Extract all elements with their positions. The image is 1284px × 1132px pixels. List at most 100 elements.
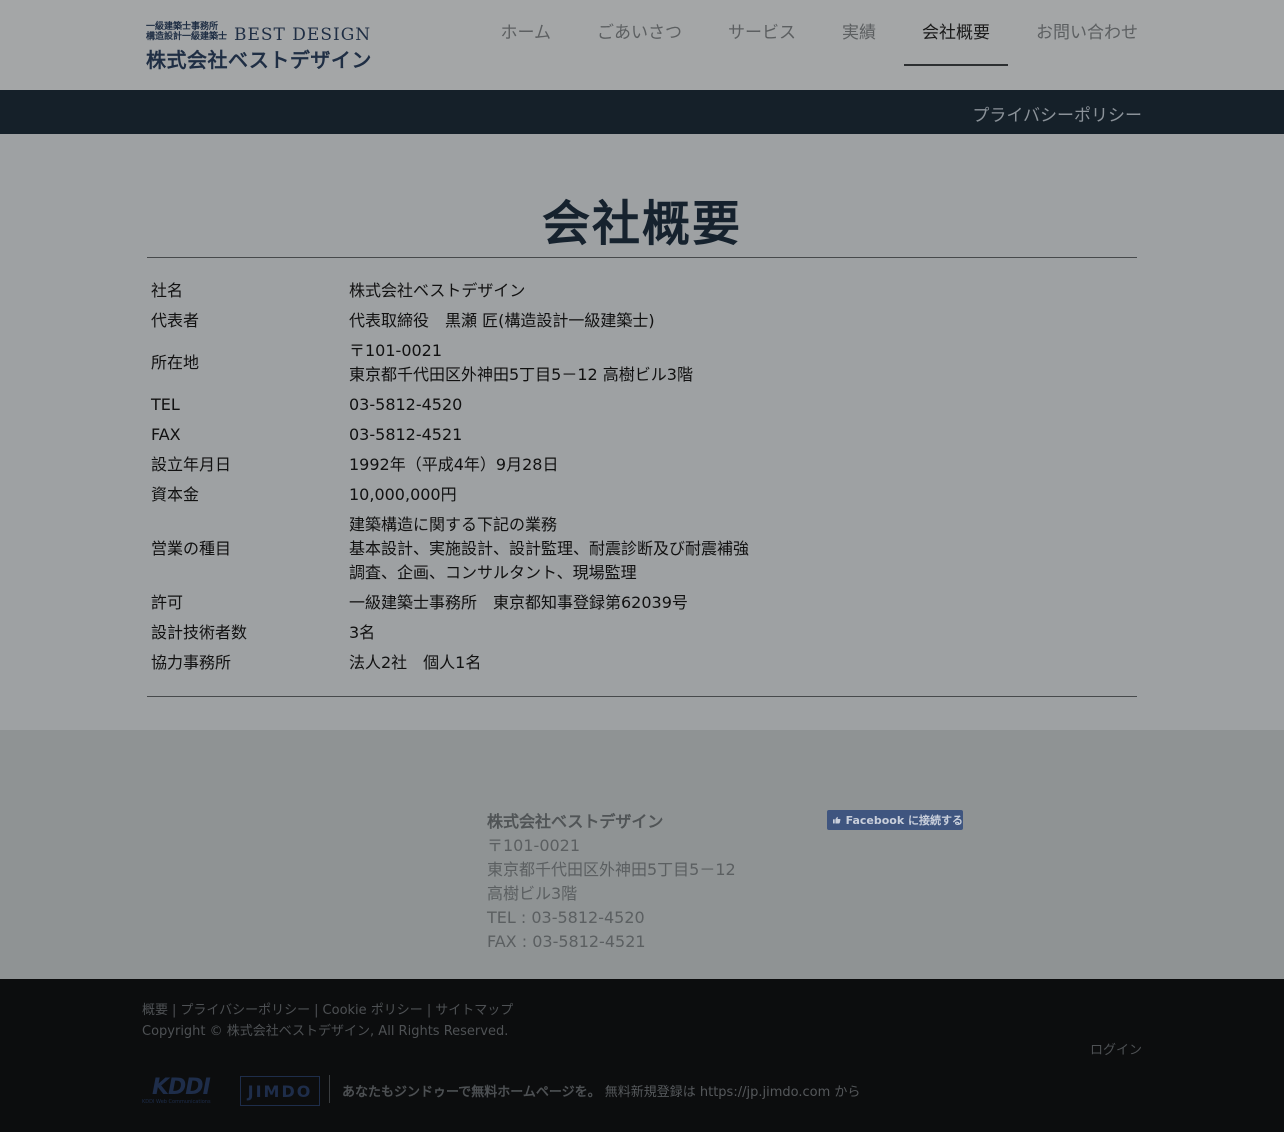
info-row: 代表者 代表取締役 黒瀬 匠(構造設計一級建築士) bbox=[147, 306, 1137, 336]
logo-english: BEST DESIGN bbox=[234, 25, 372, 45]
login-link[interactable]: ログイン bbox=[1090, 1039, 1142, 1058]
divider-top bbox=[147, 257, 1137, 258]
main-content: 会社概要 社名 株式会社ベストデザイン代表者 代表取締役 黒瀬 匠(構造設計一級建築… bbox=[0, 134, 1284, 730]
jimdo-promo: あなたもジンドゥーで無料ホームページを。 無料新規登録は https://jp.… bbox=[342, 1081, 860, 1100]
footer-postal: 〒101-0021 bbox=[487, 836, 581, 855]
info-value-line: 調査、企画、コンサルタント、現場監理 bbox=[349, 563, 637, 582]
footer-info: 株式会社ベストデザイン 〒101-0021 東京都千代田区外神田5丁目5－12 … bbox=[0, 730, 1284, 979]
info-value-line: 3名 bbox=[349, 623, 376, 642]
logo-line2: 構造設計一級建築士 bbox=[146, 32, 228, 42]
info-row: 設計技術者数 3名 bbox=[147, 618, 1137, 648]
info-row: FAX 03-5812-4521 bbox=[147, 420, 1137, 450]
nav-company[interactable]: 会社概要 bbox=[904, 0, 1008, 66]
info-value-line: 建築構造に関する下記の業務 bbox=[349, 515, 558, 534]
info-label: 資本金 bbox=[151, 485, 200, 504]
link-separator: | bbox=[426, 1003, 432, 1018]
info-label: FAX bbox=[151, 425, 181, 444]
footer-links: 概要 | プライバシーポリシー | Cookie ポリシー | サイトマップ bbox=[142, 999, 513, 1018]
footer-address: 株式会社ベストデザイン 〒101-0021 東京都千代田区外神田5丁目5－12 … bbox=[487, 810, 736, 954]
info-value-line: 代表取締役 黒瀬 匠(構造設計一級建築士) bbox=[349, 311, 655, 330]
info-value-line: 〒101-0021 bbox=[349, 341, 443, 360]
info-value-line: 東京都千代田区外神田5丁目5－12 高樹ビル3階 bbox=[349, 365, 693, 384]
footer-tel: TEL : 03-5812-4520 bbox=[487, 908, 645, 927]
info-row: 許可 一級建築士事務所 東京都知事登録第62039号 bbox=[147, 588, 1137, 618]
footer-divider bbox=[329, 1075, 330, 1103]
info-label: 許可 bbox=[151, 593, 184, 612]
site-footer: 概要 | プライバシーポリシー | Cookie ポリシー | サイトマップ Copyrig… bbox=[0, 979, 1284, 1132]
info-value-line: 03-5812-4520 bbox=[349, 395, 463, 414]
info-value: 法人2社 個人1名 bbox=[345, 648, 1137, 678]
nav-works[interactable]: 実績 bbox=[824, 0, 894, 66]
nav-greeting[interactable]: ごあいさつ bbox=[579, 0, 700, 66]
info-row: 設立年月日 1992年（平成4年）9月28日 bbox=[147, 450, 1137, 480]
info-value: 03-5812-4520 bbox=[345, 390, 1137, 420]
logo-subtitle: 一級建築士事務所 構造設計一級建築士 bbox=[146, 22, 236, 42]
footer-link-privacy[interactable]: プライバシーポリシー bbox=[180, 1003, 310, 1018]
subnav-privacy-link[interactable]: プライバシーポリシー bbox=[972, 101, 1142, 126]
promo-suffix: から bbox=[834, 1085, 861, 1100]
info-row: 所在地 〒101-0021 東京都千代田区外神田5丁目5－12 高樹ビル3階 bbox=[147, 336, 1137, 390]
info-value-line: 基本設計、実施設計、設計監理、耐震診断及び耐震補強 bbox=[349, 539, 750, 558]
info-row: 営業の種目 建築構造に関する下記の業務基本設計、実施設計、設計監理、耐震診断及び耐… bbox=[147, 510, 1137, 588]
info-row: 資本金 10,000,000円 bbox=[147, 480, 1137, 510]
info-label: TEL bbox=[151, 395, 180, 414]
footer-address-line2: 高樹ビル3階 bbox=[487, 884, 578, 903]
footer-link-about[interactable]: 概要 bbox=[142, 1003, 168, 1018]
copyright: Copyright © 株式会社ベストデザイン, All Rights Rese… bbox=[142, 1024, 509, 1039]
main-nav: ホーム ごあいさつ サービス 実績 会社概要 お問い合わせ bbox=[483, 0, 1157, 90]
promo-link[interactable]: https://jp.jimdo.com bbox=[700, 1085, 830, 1100]
sub-nav-bar: プライバシーポリシー bbox=[0, 90, 1284, 134]
kddi-logo-mark: KDDI bbox=[152, 1075, 211, 1100]
company-info-table: 社名 株式会社ベストデザイン代表者 代表取締役 黒瀬 匠(構造設計一級建築士) 所在地… bbox=[147, 276, 1137, 678]
nav-contact[interactable]: お問い合わせ bbox=[1018, 0, 1156, 66]
info-value: 03-5812-4521 bbox=[345, 420, 1137, 450]
info-value: 10,000,000円 bbox=[345, 480, 1137, 510]
info-label: 設立年月日 bbox=[151, 455, 232, 474]
promo-text: 無料新規登録は bbox=[604, 1085, 696, 1100]
info-row: 社名 株式会社ベストデザイン bbox=[147, 276, 1137, 306]
logo-japanese: 株式会社ベストデザイン bbox=[146, 48, 372, 72]
info-value-line: 10,000,000円 bbox=[349, 485, 457, 504]
logo-line1: 一級建築士事務所 bbox=[146, 22, 219, 32]
info-row: 協力事務所 法人2社 個人1名 bbox=[147, 648, 1137, 678]
nav-home[interactable]: ホーム bbox=[483, 0, 570, 66]
link-separator: | bbox=[314, 1003, 319, 1018]
thumbs-up-icon bbox=[833, 816, 841, 824]
link-separator: | bbox=[172, 1003, 177, 1018]
kddi-logo[interactable]: KDDI KDDI Web Communications bbox=[142, 1075, 228, 1107]
footer-link-sitemap[interactable]: サイトマップ bbox=[435, 1003, 513, 1018]
info-value: 建築構造に関する下記の業務基本設計、実施設計、設計監理、耐震診断及び耐震補強 調査… bbox=[345, 510, 1137, 588]
info-label: 所在地 bbox=[151, 353, 200, 372]
nav-service[interactable]: サービス bbox=[710, 0, 814, 66]
divider-bottom bbox=[147, 696, 1137, 697]
footer-company-name: 株式会社ベストデザイン bbox=[487, 812, 664, 831]
info-label: 設計技術者数 bbox=[151, 623, 248, 642]
info-label: 社名 bbox=[151, 281, 184, 300]
info-value-line: 一級建築士事務所 東京都知事登録第62039号 bbox=[349, 593, 688, 612]
info-value-line: 法人2社 個人1名 bbox=[349, 653, 482, 672]
info-value: 3名 bbox=[345, 618, 1137, 648]
info-value: 1992年（平成4年）9月28日 bbox=[345, 450, 1137, 480]
info-value: 〒101-0021 東京都千代田区外神田5丁目5－12 高樹ビル3階 bbox=[345, 336, 1137, 390]
info-value-line: 03-5812-4521 bbox=[349, 425, 463, 444]
kddi-logo-sub: KDDI Web Communications bbox=[142, 1099, 211, 1105]
info-value: 代表取締役 黒瀬 匠(構造設計一級建築士) bbox=[345, 306, 1137, 336]
info-value: 一級建築士事務所 東京都知事登録第62039号 bbox=[345, 588, 1137, 618]
jimdo-logo[interactable]: JIMDO bbox=[240, 1076, 320, 1106]
footer-fax: FAX : 03-5812-4521 bbox=[487, 932, 646, 951]
info-label: 代表者 bbox=[151, 311, 200, 330]
info-value-line: 株式会社ベストデザイン bbox=[349, 281, 526, 300]
facebook-connect-button[interactable]: Facebook に接続する bbox=[827, 810, 963, 830]
page-title: 会社概要 bbox=[541, 196, 742, 252]
facebook-connect-label: Facebook に接続する bbox=[845, 814, 963, 827]
promo-bold: あなたもジンドゥーで無料ホームページを。 bbox=[342, 1085, 601, 1100]
info-label: 営業の種目 bbox=[151, 539, 232, 558]
site-logo[interactable]: 一級建築士事務所 構造設計一級建築士 BEST DESIGN 株式会社ベストデザ… bbox=[146, 22, 378, 72]
info-row: TEL 03-5812-4520 bbox=[147, 390, 1137, 420]
footer-address-line1: 東京都千代田区外神田5丁目5－12 bbox=[487, 860, 736, 879]
info-label: 協力事務所 bbox=[151, 653, 232, 672]
info-value: 株式会社ベストデザイン bbox=[345, 276, 1137, 306]
info-value-line: 1992年（平成4年）9月28日 bbox=[349, 455, 559, 474]
site-header: 一級建築士事務所 構造設計一級建築士 BEST DESIGN 株式会社ベストデザ… bbox=[0, 0, 1284, 90]
footer-link-cookie[interactable]: Cookie ポリシー bbox=[323, 1003, 423, 1018]
